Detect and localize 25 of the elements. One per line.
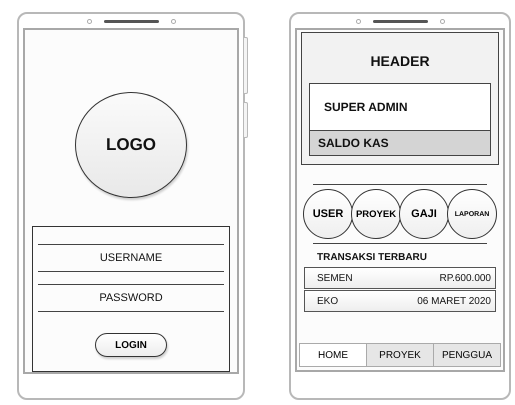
transaction-row[interactable]: EKO 06 MARET 2020: [304, 290, 496, 312]
speaker-icon: [104, 20, 158, 22]
camera-icon: [356, 18, 360, 24]
balance-label: SALDO KAS: [310, 130, 490, 155]
header-title: HEADER: [370, 53, 430, 69]
menu-button[interactable]: USER: [303, 189, 353, 239]
transaction-name: EKO: [317, 296, 338, 306]
transaction-name: SEMEN: [317, 272, 353, 284]
menu-button[interactable]: GAJI: [399, 189, 449, 239]
sensor-icon: [170, 18, 176, 24]
transaction-detail: RP.600.000: [439, 272, 491, 284]
transaction-row[interactable]: SEMEN RP.600.000: [304, 267, 496, 289]
input-field[interactable]: USERNAME: [38, 244, 224, 272]
nav-tab[interactable]: PROYEK: [366, 344, 433, 366]
transaction-detail: 06 MARET 2020: [417, 296, 491, 306]
login-button[interactable]: LOGIN: [95, 333, 167, 357]
section-title: TRANSAKSI TERBARU: [317, 252, 428, 263]
camera-icon: [86, 18, 92, 24]
menu-button[interactable]: PROYEK: [351, 189, 401, 239]
logo: LOGO: [75, 92, 187, 198]
speaker-icon: [372, 20, 428, 22]
user-role: SUPER ADMIN: [323, 99, 409, 116]
sensor-icon: [440, 18, 444, 24]
input-field[interactable]: PASSWORD: [38, 284, 224, 312]
nav-tab[interactable]: PENGGUA: [433, 344, 500, 366]
